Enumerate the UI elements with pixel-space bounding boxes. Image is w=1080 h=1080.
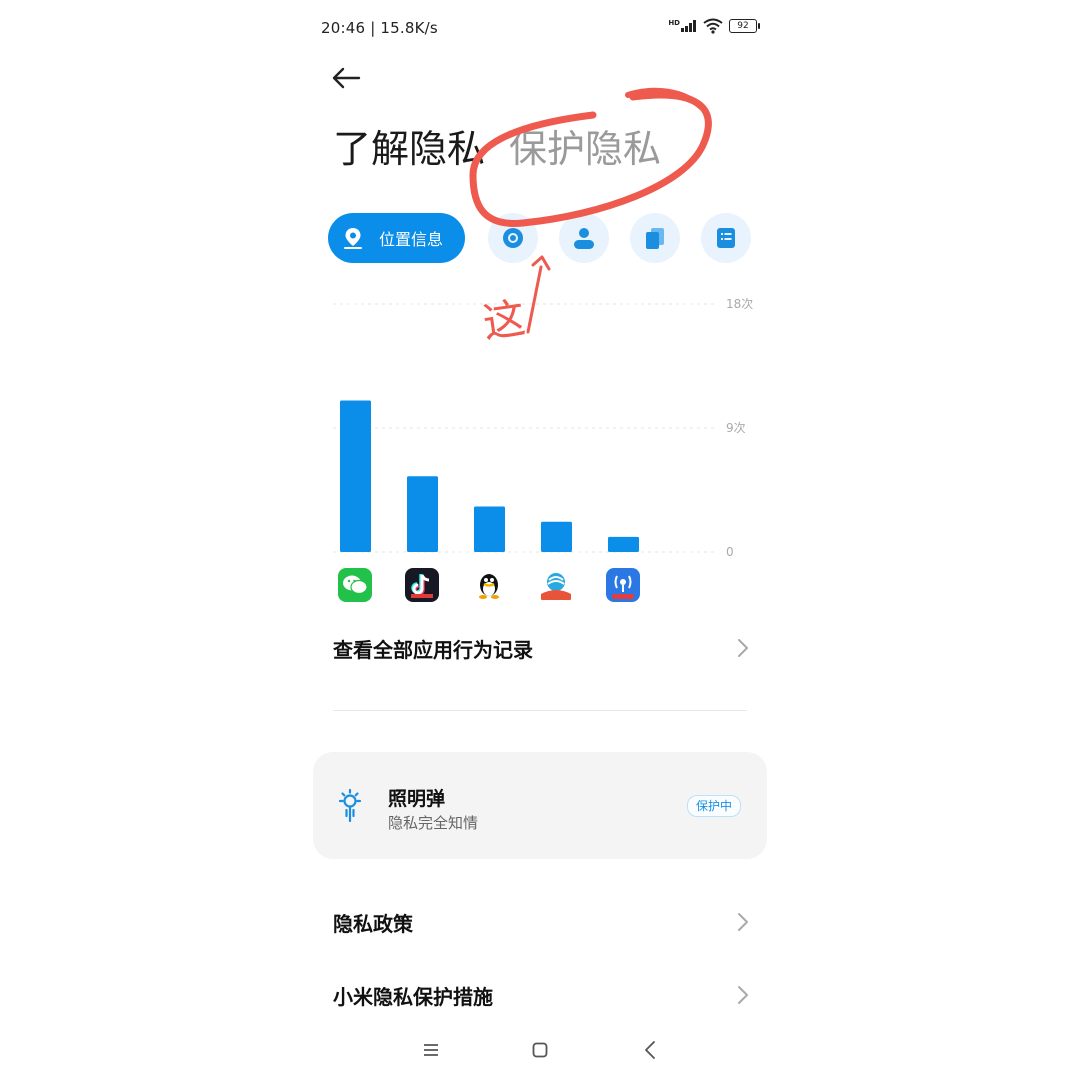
view-all-app-records-row[interactable]: 查看全部应用行为记录 [333, 628, 749, 668]
chart-bar-3[interactable] [474, 506, 505, 552]
flare-title: 照明弹 [388, 788, 446, 810]
files-icon [646, 228, 664, 249]
tab-understand-privacy[interactable]: 了解隐私 [333, 118, 485, 173]
flare-subtitle: 隐私完全知情 [388, 814, 479, 832]
contacts-icon [574, 228, 594, 249]
chart-bar-5[interactable] [608, 536, 639, 552]
view-all-records-label: 查看全部应用行为记录 [333, 637, 533, 662]
chart-bars [340, 400, 639, 552]
status-time: 20:46 | 15.8K/s [321, 19, 438, 37]
privacy-policy-row[interactable]: 隐私政策 [333, 902, 749, 942]
back-arrow-icon[interactable] [331, 60, 361, 96]
location-info-pill[interactable]: 位置信息 [328, 213, 465, 263]
system-navbar [313, 1030, 767, 1070]
chart-bar-1[interactable] [340, 400, 371, 552]
menu-icon[interactable] [419, 1038, 443, 1062]
chart-bar-4[interactable] [541, 521, 572, 552]
chevron-right-icon [738, 913, 748, 931]
phone-screen: 20:46 | 15.8K/s HD 92 了解隐私 保护隐私 位置信息 18次… [313, 0, 767, 1080]
flare-bulb-icon [338, 788, 362, 823]
camera-category-button[interactable] [488, 213, 538, 263]
y-tick-label: 0 [726, 545, 734, 559]
chart-gridlines [333, 303, 718, 553]
wifi-key-app-icon[interactable] [606, 568, 640, 602]
chart-bar-2[interactable] [407, 476, 438, 552]
y-tick-label: 9次 [726, 421, 746, 435]
chevron-right-icon [738, 639, 748, 657]
tab-protect-privacy[interactable]: 保护隐私 [509, 118, 661, 173]
location-info-label: 位置信息 [379, 230, 444, 249]
china-mobile-app-icon[interactable] [539, 568, 573, 602]
camera-icon [503, 228, 523, 248]
chevron-right-icon [738, 986, 748, 1004]
douyin-app-icon[interactable] [405, 568, 439, 602]
notes-category-button[interactable] [701, 213, 751, 263]
back-nav-icon[interactable] [639, 1038, 663, 1062]
y-tick-label: 18次 [726, 297, 753, 311]
protection-status-badge: 保护中 [686, 795, 741, 817]
qq-app-icon[interactable] [472, 568, 506, 602]
section-divider [333, 710, 747, 711]
home-icon[interactable] [528, 1038, 552, 1062]
wifi-icon [703, 18, 723, 34]
privacy-policy-label: 隐私政策 [333, 911, 413, 936]
location-pin-icon [344, 228, 362, 249]
hd-badge: HD [668, 19, 680, 27]
battery-indicator: 92 [729, 19, 760, 33]
document-icon [717, 228, 735, 248]
mi-privacy-measures-row[interactable]: 小米隐私保护措施 [333, 975, 749, 1015]
chart-tick-labels: 18次 9次 0 [726, 297, 753, 559]
usage-bar-chart: 18次 9次 0 [333, 297, 753, 559]
files-category-button[interactable] [630, 213, 680, 263]
flare-feature-card[interactable]: 照明弹 隐私完全知情 保护中 [313, 752, 767, 859]
contacts-category-button[interactable] [559, 213, 609, 263]
signal-icon: HD [668, 20, 697, 32]
mi-privacy-measures-label: 小米隐私保护措施 [333, 984, 493, 1009]
wechat-app-icon[interactable] [338, 568, 372, 602]
status-icons: HD 92 [668, 18, 760, 34]
